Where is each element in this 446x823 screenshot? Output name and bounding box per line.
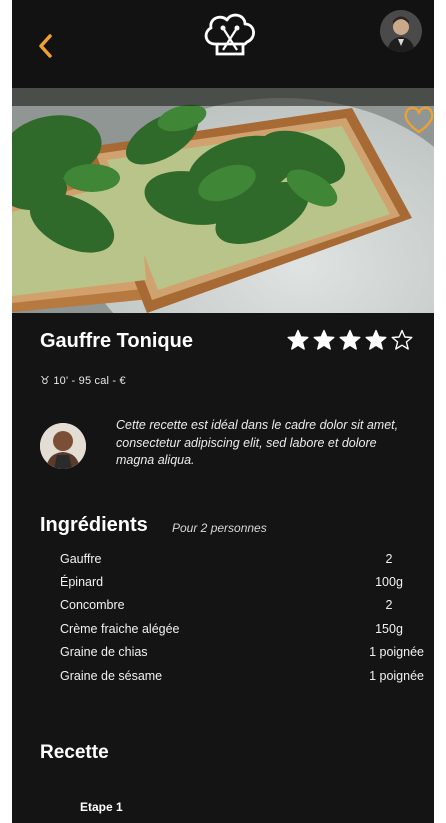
recipe-title: Gauffre Tonique: [40, 330, 193, 352]
list-item: Graine de sésame 1 poignée: [60, 664, 426, 687]
star-filled-icon[interactable]: [339, 329, 361, 351]
recipe-steps-heading: Recette: [40, 742, 109, 763]
user-photo-icon: [380, 10, 422, 52]
ingredient-name: Crème fraiche alégée: [60, 621, 180, 636]
ingredient-quantity: 100g: [375, 575, 403, 590]
ingredients-heading: Ingrédients: [40, 514, 148, 536]
star-empty-icon[interactable]: [391, 329, 413, 351]
chevron-left-icon[interactable]: [34, 30, 56, 62]
chef-avatar: [40, 423, 86, 469]
rating-stars[interactable]: [287, 329, 413, 351]
ingredients-list: Gauffre 2 Épinard 100g Concombre 2 Crème…: [60, 547, 426, 687]
recipe-meta: ♉ 10' - 95 cal - €: [40, 375, 126, 387]
step-label[interactable]: Etape 1: [80, 800, 123, 814]
ingredient-name: Épinard: [60, 575, 104, 590]
ingredient-quantity: 1 poignée: [369, 668, 424, 683]
ingredient-quantity: 2: [385, 598, 393, 613]
list-item: Crème fraiche alégée 150g: [60, 617, 426, 640]
list-item: Gauffre 2: [60, 547, 426, 570]
recipe-screen: Gauffre Tonique ♉ 10' - 95 cal - € Cette…: [12, 0, 434, 823]
star-filled-icon[interactable]: [365, 329, 387, 351]
recipe-photo: [12, 88, 434, 313]
list-item: Épinard 100g: [60, 570, 426, 593]
user-avatar[interactable]: [380, 10, 422, 52]
ingredient-name: Graine de chias: [60, 645, 148, 660]
chef-photo-icon: [40, 423, 86, 469]
ingredient-name: Concombre: [60, 598, 125, 613]
list-item: Concombre 2: [60, 594, 426, 617]
ingredient-quantity: 2: [385, 551, 393, 566]
ingredient-name: Graine de sésame: [60, 668, 163, 683]
recipe-description: Cette recette est idéal dans le cadre do…: [116, 418, 399, 467]
heart-icon[interactable]: [402, 104, 434, 136]
ingredient-name: Gauffre: [60, 551, 102, 566]
top-bar: [12, 0, 434, 88]
star-filled-icon[interactable]: [313, 329, 335, 351]
spinach-toast-image: [12, 88, 434, 313]
chef-hat-logo-icon: [204, 13, 255, 56]
star-filled-icon[interactable]: [287, 329, 309, 351]
ingredients-servings: Pour 2 personnes: [172, 521, 267, 535]
list-item: Graine de chias 1 poignée: [60, 641, 426, 664]
ingredient-quantity: 1 poignée: [369, 645, 424, 660]
ingredient-quantity: 150g: [375, 621, 403, 636]
